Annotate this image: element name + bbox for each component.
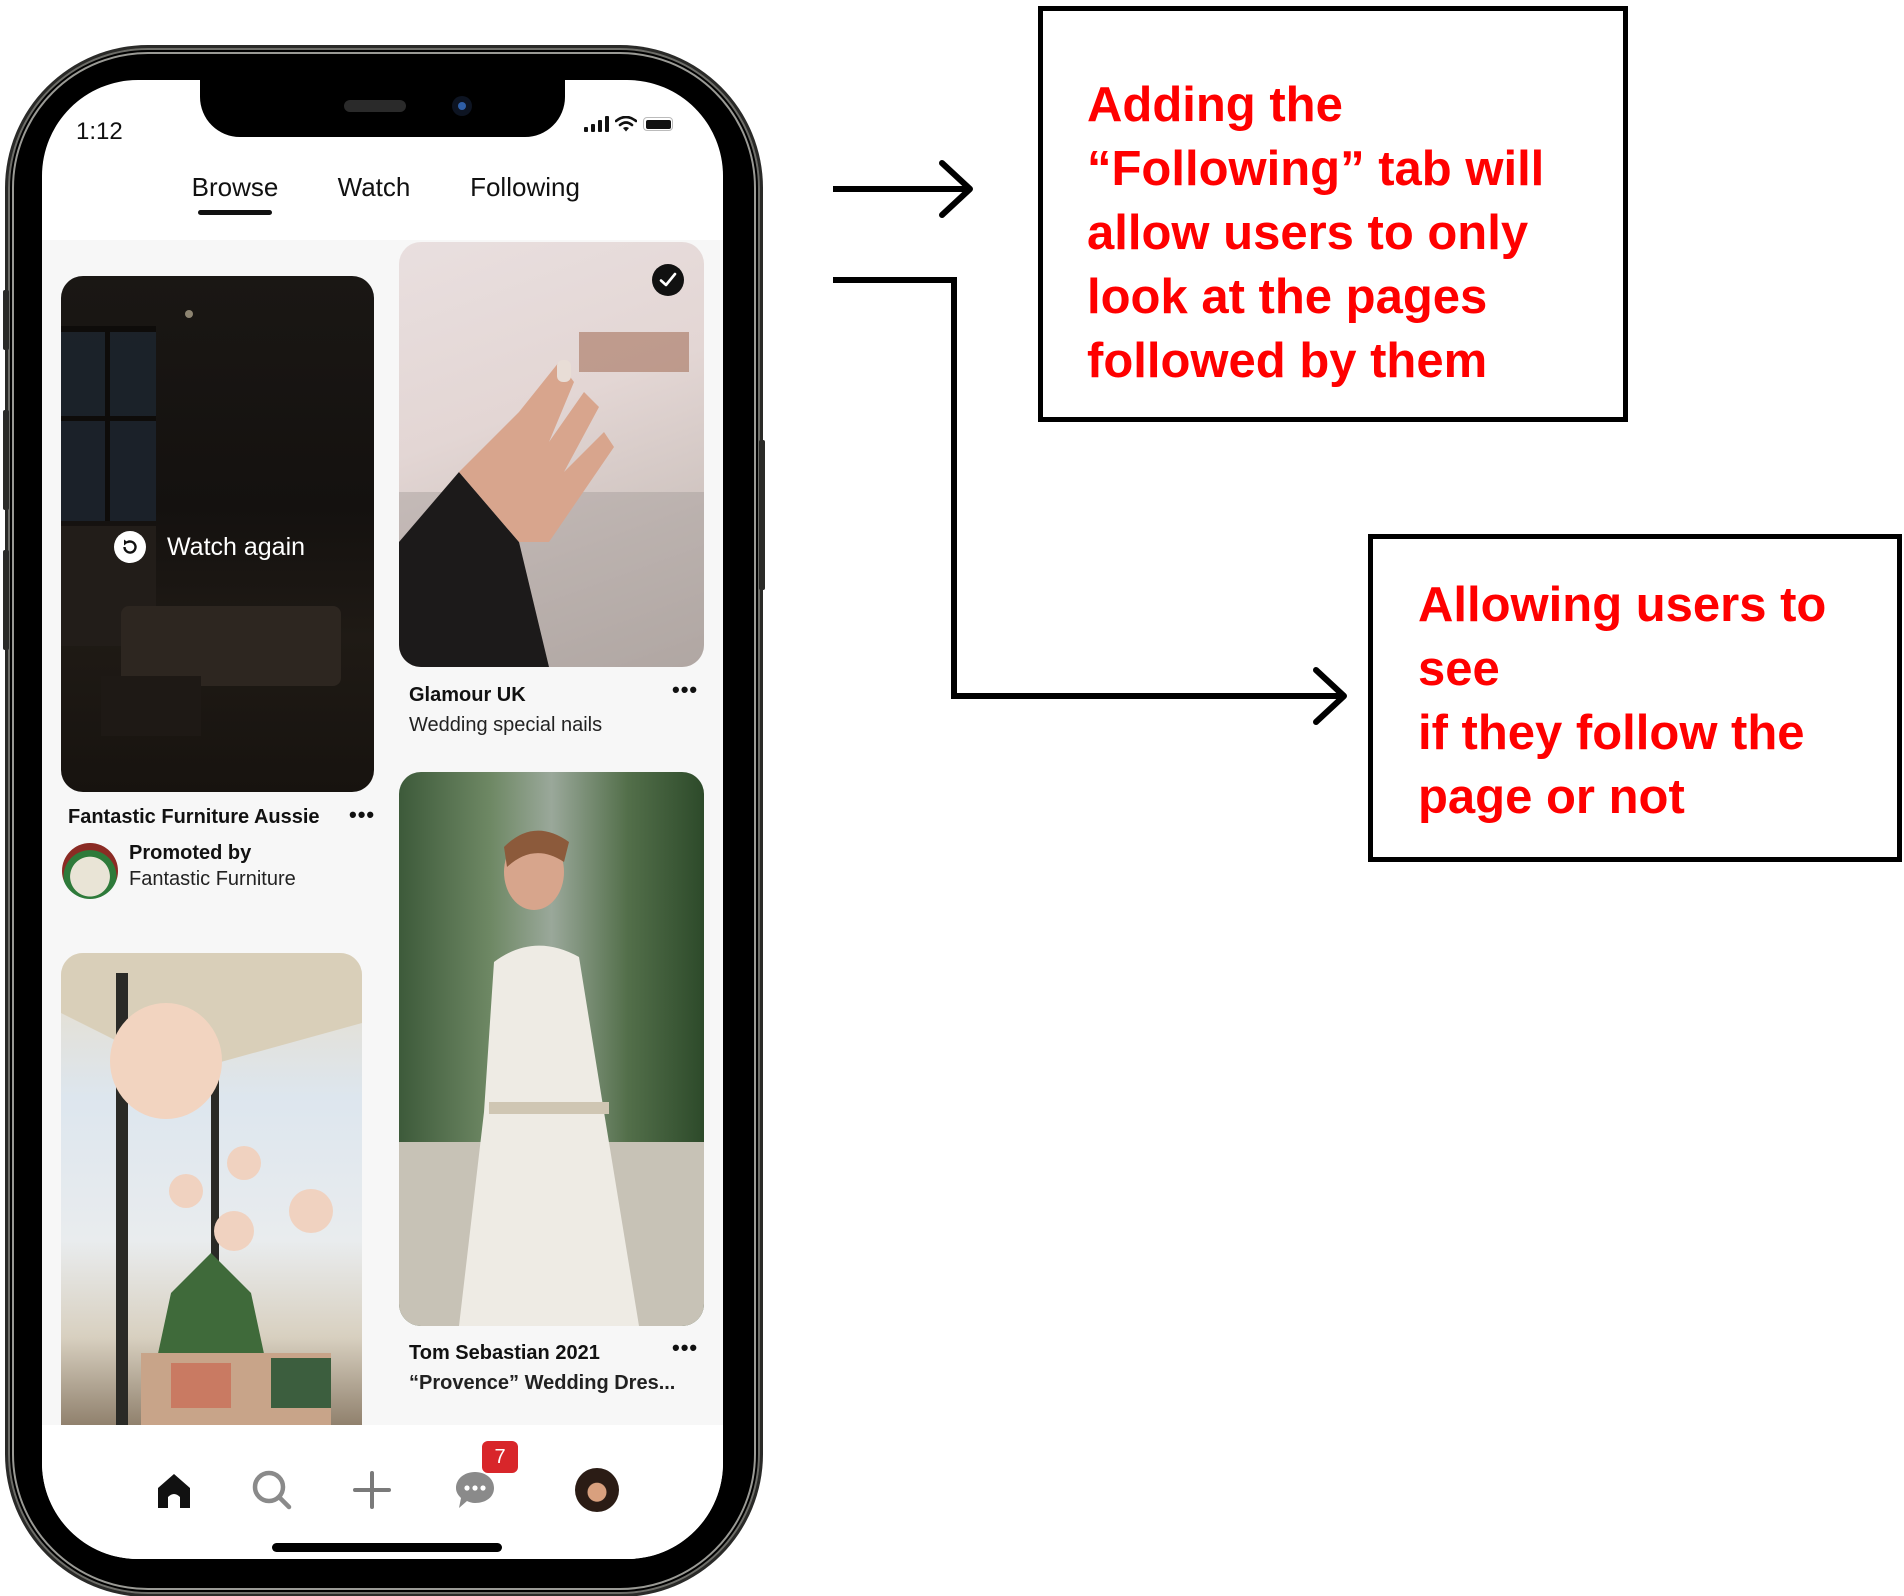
annotation-following-tab: Adding the “Following” tab will allow us…: [1038, 6, 1628, 422]
annotation-text: Adding the “Following” tab will allow us…: [1087, 78, 1545, 388]
annotation-follow-status: Allowing users to see if they follow the…: [1368, 534, 1902, 862]
arrow-to-following-note: [833, 160, 973, 218]
annotation-text: Allowing users to see if they follow the…: [1418, 578, 1827, 824]
